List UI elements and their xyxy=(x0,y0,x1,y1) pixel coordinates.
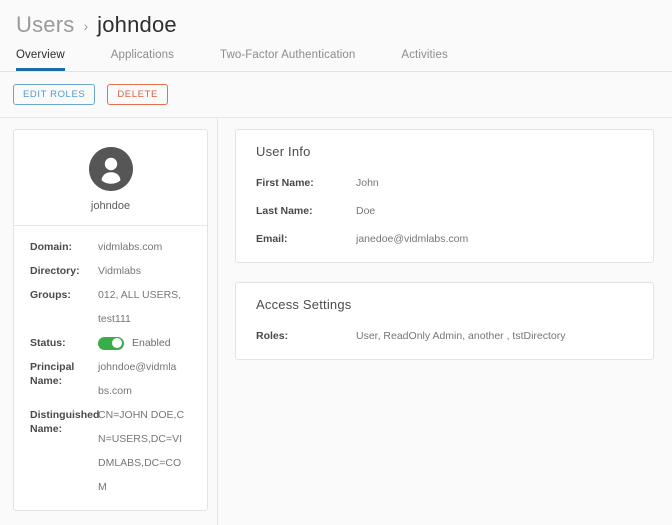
field-row-groups: Groups: 012, ALL USERS, test111 xyxy=(14,288,207,326)
profile-card: johndoe Domain: vidmlabs.com Directory: … xyxy=(13,129,208,512)
user-detail-page: Users › johndoe Overview Applications Tw… xyxy=(0,0,672,525)
field-value-principal-name-line-2: bs.com xyxy=(98,385,132,398)
field-label-directory: Directory: xyxy=(30,265,80,278)
action-bar: EDIT ROLES DELETE xyxy=(0,72,672,119)
left-column: johndoe Domain: vidmlabs.com Directory: … xyxy=(0,118,218,525)
info-row-email: Email: janedoe@vidmlabs.com xyxy=(236,232,653,246)
info-value-last-name: Doe xyxy=(356,205,376,218)
page-header: Users › johndoe xyxy=(0,0,672,36)
field-label-domain: Domain: xyxy=(30,241,72,254)
access-settings-title: Access Settings xyxy=(256,297,352,313)
info-label-last-name: Last Name: xyxy=(256,205,313,218)
breadcrumb: Users › johndoe xyxy=(16,14,672,36)
field-label-distinguished-name: Distinguished Name: xyxy=(30,409,100,436)
info-value-first-name: John xyxy=(356,177,379,190)
status-toggle-label: Enabled xyxy=(132,337,171,350)
page-title: johndoe xyxy=(97,12,177,37)
field-value-principal-name: johndoe@vidmla bs.com xyxy=(98,360,197,398)
field-row-principal-name: Principal Name: johndoe@vidmla bs.com xyxy=(14,360,207,398)
user-info-card: User Info First Name: John Last Name: Do… xyxy=(235,129,654,264)
field-value-distinguished-name-line-2: N=USERS,DC=VI xyxy=(98,433,183,446)
field-row-directory: Directory: Vidmlabs xyxy=(14,264,207,278)
field-label-principal-name: Principal Name: xyxy=(30,361,75,388)
field-value-groups: 012, ALL USERS, test111 xyxy=(98,288,197,326)
field-value-principal-name-line-1: johndoe@vidmla xyxy=(98,361,177,374)
info-label-email: Email: xyxy=(256,233,288,246)
breadcrumb-separator-icon: › xyxy=(83,18,89,34)
tab-activities[interactable]: Activities xyxy=(401,49,447,71)
info-row-roles: Roles: User, ReadOnly Admin, another , t… xyxy=(236,329,653,343)
field-value-status: Enabled xyxy=(98,336,197,350)
info-row-first-name: First Name: John xyxy=(236,176,653,190)
field-value-domain: vidmlabs.com xyxy=(98,241,163,254)
tab-applications[interactable]: Applications xyxy=(111,49,174,71)
info-row-last-name: Last Name: Doe xyxy=(236,204,653,218)
field-value-distinguished-name-line-3: DMLABS,DC=CO xyxy=(98,457,182,470)
access-settings-card: Access Settings Roles: User, ReadOnly Ad… xyxy=(235,282,654,361)
info-value-email: janedoe@vidmlabs.com xyxy=(356,233,469,246)
field-row-status: Status: Enabled xyxy=(14,336,207,350)
field-value-distinguished-name: CN=JOHN DOE,C N=USERS,DC=VI DMLABS,DC=CO… xyxy=(98,408,197,494)
field-label-status: Status: xyxy=(30,337,66,350)
field-row-distinguished-name: Distinguished Name: CN=JOHN DOE,C N=USERS… xyxy=(14,408,207,494)
field-value-distinguished-name-line-4: M xyxy=(98,481,107,494)
status-toggle[interactable] xyxy=(98,336,124,350)
delete-button[interactable]: DELETE xyxy=(107,84,168,106)
status-toggle-knob xyxy=(112,338,122,349)
edit-roles-button[interactable]: EDIT ROLES xyxy=(13,84,96,106)
info-label-first-name: First Name: xyxy=(256,177,314,190)
field-row-domain: Domain: vidmlabs.com xyxy=(14,240,207,254)
breadcrumb-users-link[interactable]: Users xyxy=(16,14,74,36)
profile-username: johndoe xyxy=(90,200,131,213)
user-info-title: User Info xyxy=(256,144,311,160)
tab-bar: Overview Applications Two-Factor Authent… xyxy=(0,49,672,72)
tab-overview[interactable]: Overview xyxy=(16,49,65,71)
content-area: johndoe Domain: vidmlabs.com Directory: … xyxy=(0,118,672,525)
user-avatar-icon xyxy=(88,147,133,192)
info-label-roles: Roles: xyxy=(256,330,289,343)
field-value-directory: Vidmlabs xyxy=(98,265,141,278)
field-label-groups: Groups: xyxy=(30,289,71,302)
field-value-distinguished-name-line-1: CN=JOHN DOE,C xyxy=(98,409,185,422)
profile-summary: johndoe xyxy=(14,130,207,227)
info-value-roles: User, ReadOnly Admin, another , tstDirec… xyxy=(356,330,566,343)
field-value-groups-line-2: test111 xyxy=(98,313,131,326)
tab-two-factor-authentication[interactable]: Two-Factor Authentication xyxy=(220,49,355,71)
profile-field-list: Domain: vidmlabs.com Directory: Vidmlabs… xyxy=(14,226,207,510)
right-column: User Info First Name: John Last Name: Do… xyxy=(218,118,672,379)
field-value-groups-line-1: 012, ALL USERS, xyxy=(98,289,182,302)
